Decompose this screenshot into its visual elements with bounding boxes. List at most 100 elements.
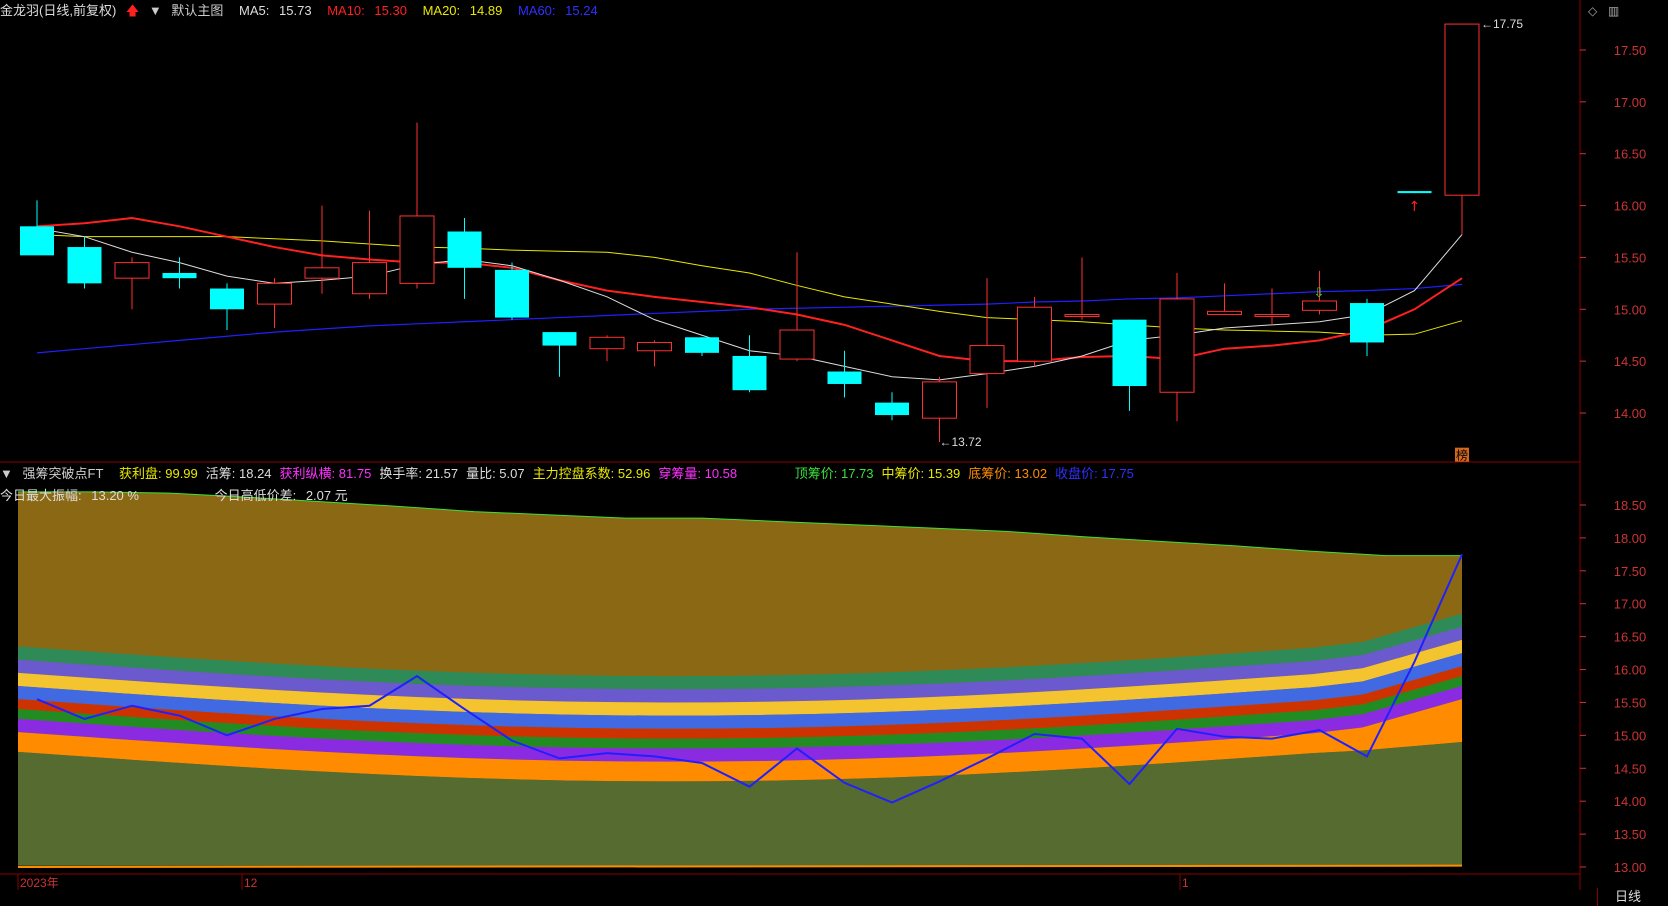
- candle-body: [495, 269, 529, 318]
- chip-price-3: 收盘价: 17.75: [1055, 466, 1134, 481]
- diamond-icon[interactable]: ◇: [1588, 4, 1597, 18]
- date-label: 12: [244, 876, 258, 890]
- kline-chart-svg: 17.50 17.00 16.50 16.00 15.50 15.00 14.50 14.00…: [0, 0, 1647, 890]
- candle-body: [20, 226, 54, 256]
- top-axis-label: 14.00: [1614, 406, 1647, 421]
- candle-body: [637, 341, 672, 352]
- candle-body: [1350, 303, 1384, 343]
- candle-body: [827, 371, 862, 384]
- min-price-label: ←13.72: [940, 435, 982, 449]
- high-low-diff-value: 2.07 元: [305, 488, 348, 503]
- candle-body: [1397, 191, 1432, 194]
- candle-body: [685, 337, 719, 353]
- bottom-axis-label: 14.00: [1614, 794, 1647, 809]
- candle-body: [922, 381, 957, 419]
- window-toggle-icon[interactable]: ▥: [1608, 4, 1619, 18]
- high-low-diff-text: 今日高低价差: 2.07 元: [215, 488, 354, 503]
- bottom-axis-label: 16.00: [1614, 663, 1647, 678]
- ma20-line: [36, 234, 1463, 336]
- amplitude-label: 今日最大振幅:: [0, 488, 82, 503]
- chart-menu-button[interactable]: ▼ 默认主图: [149, 3, 230, 18]
- date-label: 1: [1182, 876, 1189, 890]
- top-axis-label: 16.50: [1614, 147, 1647, 162]
- ma60-legend: MA60: 15.24: [518, 3, 604, 18]
- candle-body: [875, 402, 909, 416]
- candle-body: [114, 262, 150, 279]
- candle-body: [1112, 319, 1147, 387]
- signal-down-icon: ⇩: [1314, 286, 1325, 301]
- indicator-item-1: 活筹: 18.24: [205, 466, 272, 481]
- candle-body: [1302, 300, 1337, 311]
- chevron-down-icon: ▼: [0, 466, 13, 481]
- candle-body: [542, 332, 577, 346]
- indicator-header: ▼ 强筹突破点FT 获利盘: 99.99 活筹: 18.24 获利纵横: 81.75…: [0, 463, 1148, 485]
- candle-body: [732, 355, 767, 391]
- bottom-axis-label: 18.50: [1614, 498, 1647, 513]
- indicator-menu-button[interactable]: ▼ 强筹突破点FT: [0, 466, 109, 481]
- chip-price-0: 顶筹价: 17.73: [794, 466, 874, 481]
- chip-price-1: 中筹价: 15.39: [881, 466, 961, 481]
- bottom-axis-label: 13.00: [1614, 860, 1647, 875]
- candle-body: [589, 336, 625, 350]
- high-low-diff-label: 今日高低价差:: [214, 488, 297, 503]
- indicator-item-4: 量比: 5.07: [466, 466, 525, 481]
- ma60-label: MA60:: [517, 3, 556, 18]
- chevron-down-icon: ▼: [148, 3, 162, 18]
- top-axis-label: 16.00: [1614, 199, 1647, 214]
- top-axis-label: 15.00: [1614, 302, 1647, 317]
- bottom-axis-label: 18.00: [1614, 531, 1647, 546]
- indicator-item-6: 穿筹量: 10.58: [658, 466, 738, 481]
- chip-bottom-line: [17, 864, 1463, 868]
- ma10-value: 15.30: [374, 3, 407, 18]
- ma20-label: MA20:: [422, 3, 461, 18]
- candle-body: [210, 288, 244, 310]
- ma60-value: 15.24: [565, 3, 598, 18]
- bottom-axis-label: 17.50: [1614, 564, 1647, 579]
- candle-body: [1064, 313, 1100, 318]
- candle-body: [447, 231, 482, 268]
- bottom-axis-label: 15.00: [1614, 728, 1647, 743]
- ma20-value: 14.89: [469, 3, 503, 18]
- indicator-values: 获利盘: 99.99 活筹: 18.24 获利纵横: 81.75 换手率: 21.57…: [119, 466, 745, 481]
- indicator-name: 强筹突破点FT: [22, 466, 104, 481]
- candle-body: [779, 329, 815, 360]
- ma20-legend: MA20: 14.89: [423, 3, 509, 18]
- bottom-axis-label: 14.50: [1614, 761, 1647, 776]
- chip-price-2: 底筹价: 13.02: [968, 466, 1048, 481]
- candle-body: [352, 262, 387, 295]
- indicator-item-0: 获利盘: 99.99: [119, 466, 198, 481]
- bottom-axis-label: 16.50: [1614, 630, 1647, 645]
- ma5-value: 15.73: [279, 3, 312, 18]
- amplitude-text: 今日最大振幅: 13.20 %: [0, 488, 145, 503]
- main-chart-name: 默认主图: [171, 3, 224, 18]
- candle-body: [257, 282, 292, 305]
- ma10-legend: MA10: 15.30: [327, 3, 413, 18]
- bottom-axis-label: 15.50: [1614, 695, 1647, 710]
- indicator-item-5: 主力控盘系数: 52.96: [532, 466, 651, 481]
- top-axis-label: 15.50: [1614, 250, 1647, 265]
- indicator-item-2: 获利纵横: 81.75: [279, 466, 372, 481]
- rank-badge-text: 榜: [1456, 448, 1468, 463]
- main-chart-header: 金龙羽(日线,前复权) 🡅 ▼ 默认主图 MA5: 15.73 MA10: 15…: [0, 0, 610, 22]
- chip-prices: 顶筹价: 17.73 中筹价: 15.39 底筹价: 13.02 收盘价: 17.75: [795, 466, 1142, 481]
- ma10-label: MA10:: [327, 3, 365, 18]
- chart-area: 17.50 17.00 16.50 16.00 15.50 15.00 14.50 14.00…: [0, 0, 1668, 906]
- indicator-item-3: 换手率: 21.57: [379, 466, 459, 481]
- top-axis-label: 17.50: [1614, 43, 1647, 58]
- candle-body: [304, 267, 340, 279]
- candle-body: [67, 247, 102, 284]
- bottom-axis-label: 13.50: [1614, 827, 1647, 842]
- stock-title: 金龙羽(日线,前复权): [0, 3, 117, 18]
- candle-body: [969, 345, 1005, 375]
- amplitude-value: 13.20 %: [91, 488, 139, 503]
- buy-signal-icon: ↑: [1409, 199, 1421, 215]
- candle-body: [1017, 306, 1052, 362]
- ma5-label: MA5:: [239, 3, 270, 18]
- candle-body: [1159, 298, 1195, 393]
- candle-body: [399, 215, 435, 284]
- candle-body: [162, 272, 197, 279]
- period-button[interactable]: 日线: [1597, 888, 1658, 906]
- up-arrow-icon: 🡅: [125, 3, 140, 18]
- top-axis-label: 14.50: [1614, 354, 1647, 369]
- top-axis-label: 17.00: [1614, 95, 1647, 110]
